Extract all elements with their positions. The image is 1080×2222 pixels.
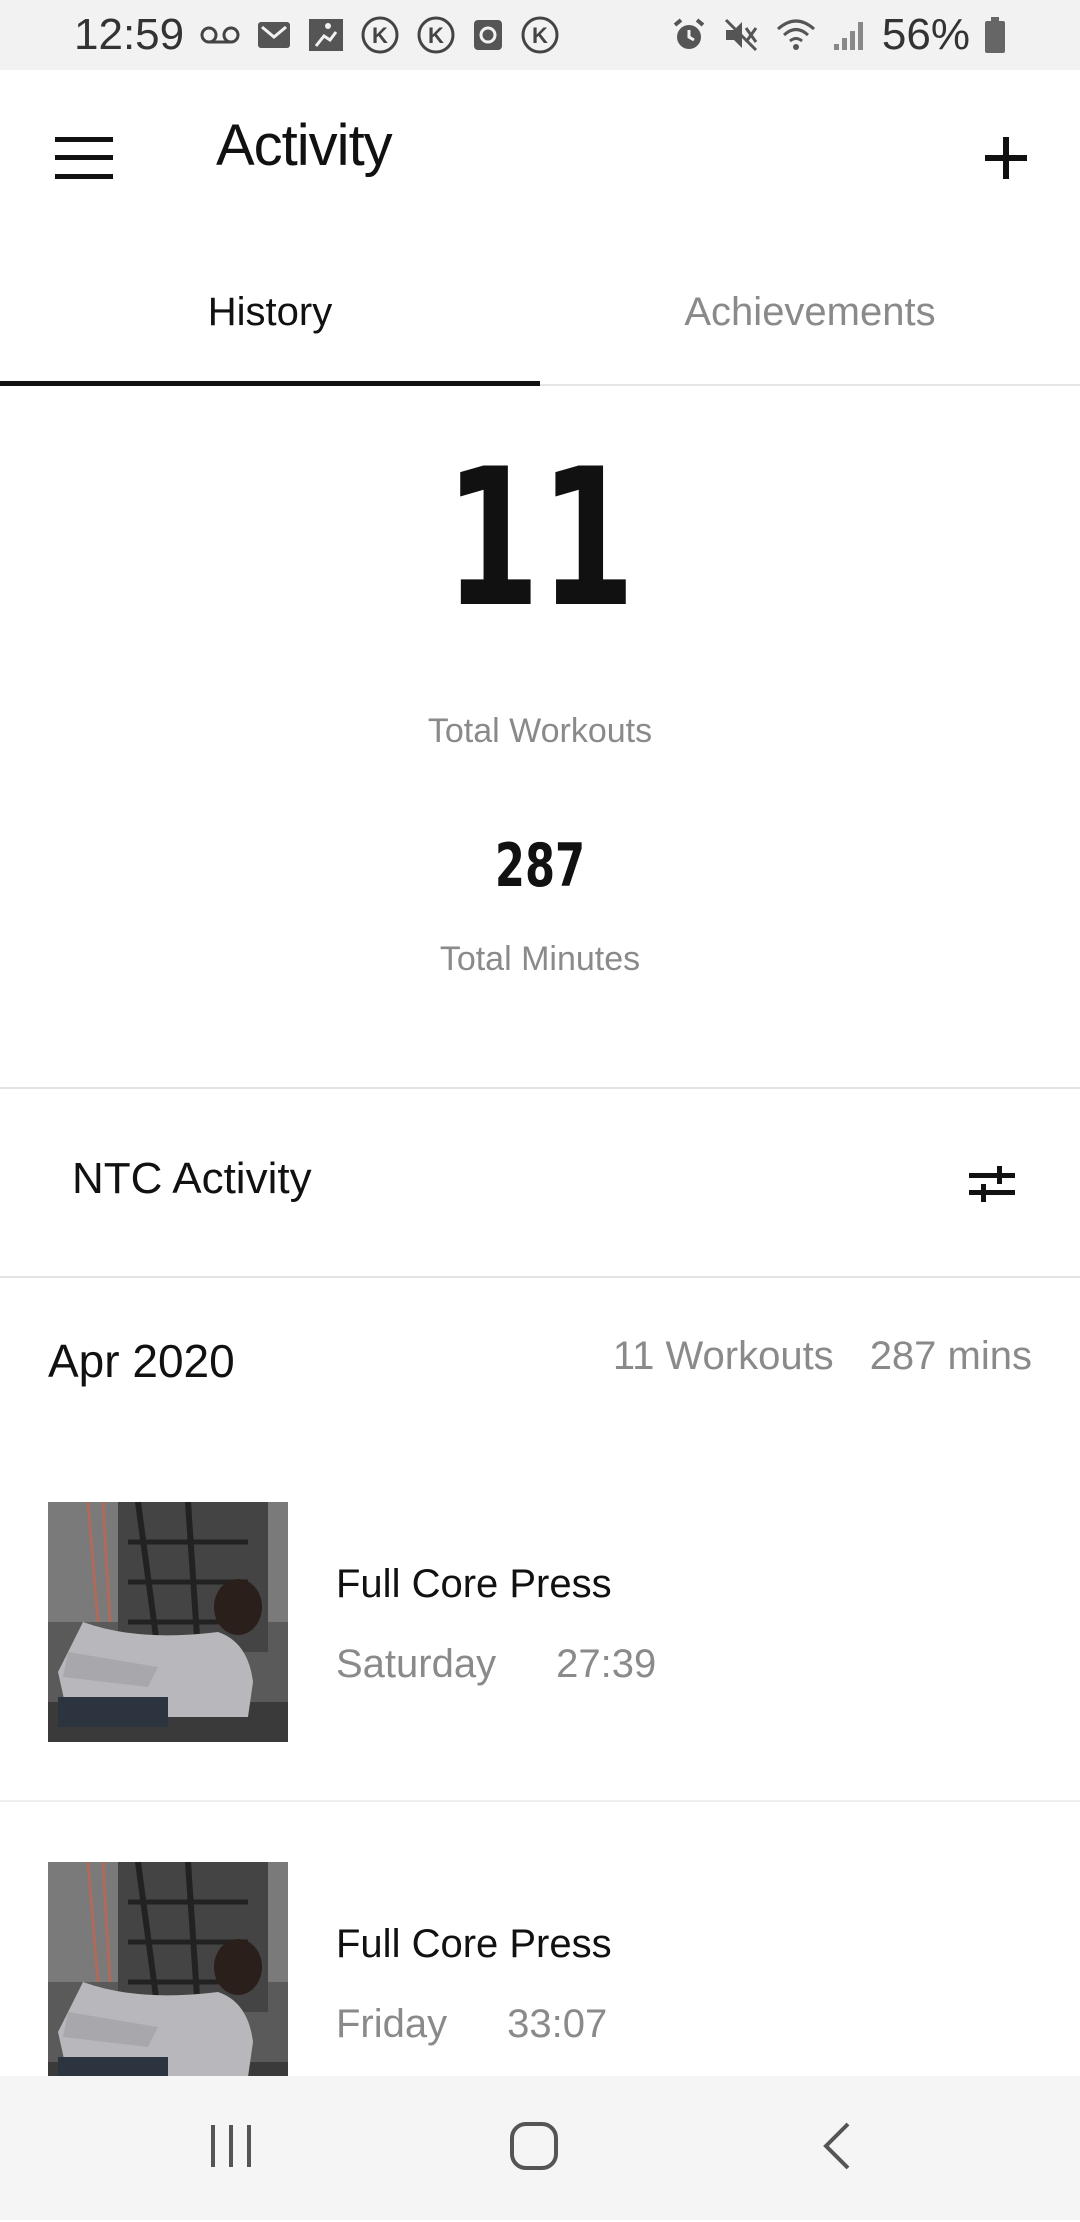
divider — [0, 1087, 1080, 1089]
back-button[interactable] — [776, 2102, 896, 2194]
tab-achievements[interactable]: Achievements — [540, 240, 1080, 384]
month-summary: Apr 2020 11 Workouts 287 mins — [0, 1278, 1080, 1428]
battery-percentage: 56% — [881, 10, 970, 59]
workout-day: Friday — [336, 2002, 448, 2046]
tab-history[interactable]: History — [0, 240, 540, 384]
ntc-activity-header: NTC Activity — [0, 1090, 1080, 1276]
recent-apps-button[interactable] — [172, 2102, 292, 2194]
home-icon — [509, 2121, 559, 2176]
svg-text:K: K — [532, 23, 548, 48]
total-minutes-label: Total Minutes — [439, 940, 641, 978]
clock-app-icon — [472, 18, 504, 52]
back-icon — [820, 2121, 852, 2176]
gmail-icon — [256, 20, 292, 50]
total-minutes-value: 287 — [494, 831, 586, 901]
svg-text:K: K — [428, 23, 444, 48]
fitness-app-icon — [308, 18, 344, 52]
month-label: Apr 2020 — [48, 1335, 235, 1387]
month-stats: 11 Workouts 287 mins — [613, 1334, 1032, 1379]
k-circle-icon: K — [416, 15, 456, 55]
month-workouts-count: 11 Workouts — [612, 1334, 834, 1378]
tab-bar: History Achievements — [0, 240, 1080, 386]
filter-sliders-icon — [969, 1164, 1015, 1209]
workout-title: Full Core Press — [336, 1562, 612, 1606]
divider — [0, 1800, 1080, 1802]
section-title: NTC Activity — [72, 1154, 312, 1203]
workout-duration: 33:07 — [507, 2002, 608, 2046]
battery-icon — [984, 16, 1006, 54]
workout-meta: Friday 33:07 — [336, 2002, 607, 2047]
recent-apps-icon — [209, 2123, 255, 2174]
voicemail-icon — [200, 23, 240, 47]
mute-icon — [722, 16, 760, 54]
status-time: 12:59 — [74, 10, 185, 59]
plus-icon — [985, 136, 1027, 184]
home-button[interactable] — [474, 2102, 594, 2194]
total-workouts-label: Total Workouts — [427, 712, 653, 750]
status-bar: 12:59 K K K 56% — [0, 0, 1080, 70]
menu-button[interactable] — [44, 120, 124, 200]
workout-meta: Saturday 27:39 — [336, 1642, 656, 1687]
workout-day: Saturday — [336, 1642, 497, 1686]
system-nav-bar — [0, 2076, 1080, 2220]
workout-list-item[interactable]: Full Core Press Saturday 27:39 — [0, 1502, 1080, 1862]
workout-thumbnail — [48, 1862, 288, 2102]
k-circle-icon: K — [360, 15, 400, 55]
activity-stats: 11 Total Workouts 287 Total Minutes — [0, 384, 1080, 1088]
add-activity-button[interactable] — [966, 120, 1046, 200]
workout-duration: 27:39 — [556, 1642, 657, 1686]
wifi-icon — [774, 17, 818, 53]
k-circle-icon: K — [520, 15, 560, 55]
page-title: Activity — [216, 113, 393, 178]
signal-icon — [832, 18, 868, 52]
workout-title: Full Core Press — [336, 1922, 612, 1966]
month-minutes-count: 287 mins — [869, 1334, 1032, 1378]
workout-thumbnail — [48, 1502, 288, 1742]
alarm-icon — [670, 16, 708, 54]
total-workouts-value: 11 — [444, 428, 636, 649]
filter-button[interactable] — [952, 1146, 1032, 1226]
app-bar: Activity — [0, 70, 1080, 240]
svg-text:K: K — [372, 23, 388, 48]
hamburger-menu-icon — [55, 136, 113, 184]
